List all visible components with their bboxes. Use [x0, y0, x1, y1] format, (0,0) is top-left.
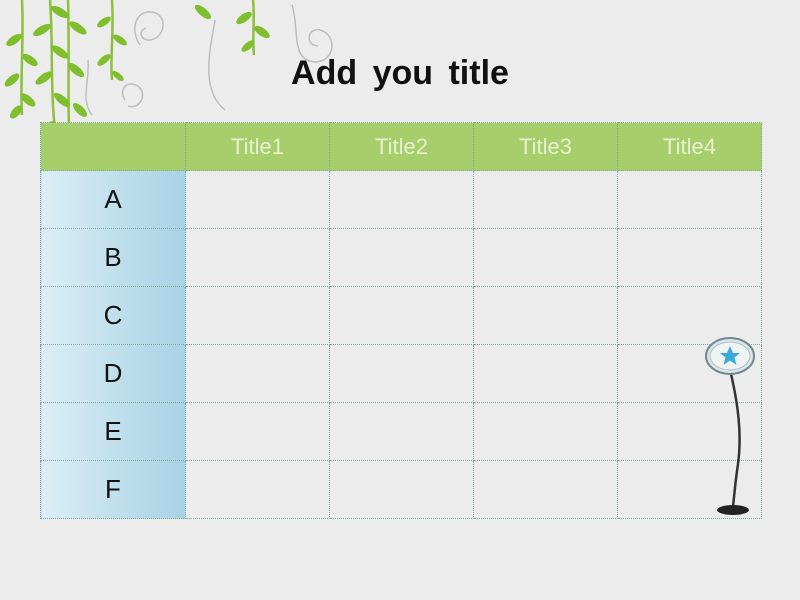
table-cell[interactable]: [185, 344, 330, 403]
table-cell[interactable]: [185, 228, 330, 287]
row-label: E: [40, 402, 186, 461]
column-header-title3: Title3: [473, 122, 618, 171]
table-cell[interactable]: [185, 460, 330, 519]
table-cell[interactable]: [329, 402, 474, 461]
row-label: D: [40, 344, 186, 403]
table-cell[interactable]: [329, 460, 474, 519]
table-cell[interactable]: [617, 228, 762, 287]
table-cell[interactable]: [473, 344, 618, 403]
table-row: F: [40, 460, 762, 519]
table-row: D: [40, 344, 762, 403]
table-cell[interactable]: [473, 170, 618, 229]
table-cell[interactable]: [185, 286, 330, 345]
table-cell[interactable]: [473, 286, 618, 345]
table-row: A: [40, 170, 762, 229]
table-cell[interactable]: [329, 170, 474, 229]
table-row: B: [40, 228, 762, 287]
row-label: A: [40, 170, 186, 229]
row-label: B: [40, 228, 186, 287]
table-cell[interactable]: [473, 460, 618, 519]
row-label: C: [40, 286, 186, 345]
column-header-title1: Title1: [185, 122, 330, 171]
table-cell[interactable]: [617, 170, 762, 229]
table-cell[interactable]: [329, 344, 474, 403]
table-cell[interactable]: [185, 170, 330, 229]
table-header-row: Title1 Title2 Title3 Title4: [40, 122, 762, 171]
column-header-title4: Title4: [617, 122, 762, 171]
row-label: F: [40, 460, 186, 519]
table-row: C: [40, 286, 762, 345]
table-row: E: [40, 402, 762, 461]
table-cell[interactable]: [329, 286, 474, 345]
table-cell[interactable]: [473, 228, 618, 287]
slide-title: Add you title: [291, 54, 509, 92]
star-lamp-icon: [705, 337, 755, 515]
table-cell[interactable]: [473, 402, 618, 461]
table-cell[interactable]: [185, 402, 330, 461]
table-cell[interactable]: [329, 228, 474, 287]
column-header-title2: Title2: [329, 122, 474, 171]
column-header-corner: [40, 122, 186, 171]
data-table: Title1 Title2 Title3 Title4 A B C D E F: [40, 122, 762, 519]
